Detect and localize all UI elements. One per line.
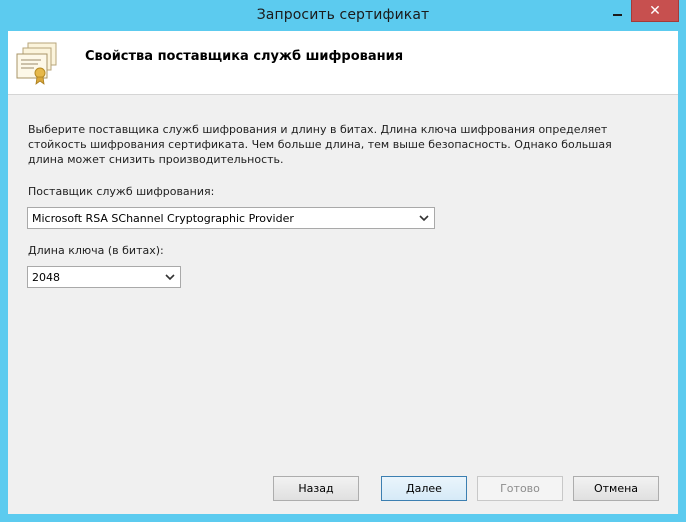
provider-label: Поставщик служб шифрования: xyxy=(28,185,215,198)
page-title: Свойства поставщика служб шифрования xyxy=(85,49,404,64)
back-button[interactable]: Назад xyxy=(273,476,359,501)
chevron-down-icon[interactable] xyxy=(416,209,432,227)
description-text: Выберите поставщика служб шифрования и д… xyxy=(28,123,612,166)
dialog-body: Свойства поставщика служб шифрования Выб… xyxy=(8,31,678,514)
finish-button[interactable]: Готово xyxy=(477,476,563,501)
provider-select-value: Microsoft RSA SChannel Cryptographic Pro… xyxy=(32,212,294,225)
dialog-window: Запросить сертификат ✕ Свойства поставщи… xyxy=(0,0,686,522)
title-bar[interactable]: Запросить сертификат ✕ xyxy=(0,0,686,31)
minimize-button[interactable] xyxy=(604,0,631,22)
key-length-select[interactable]: 2048 xyxy=(27,266,181,288)
certificate-icon xyxy=(16,42,57,85)
key-length-label: Длина ключа (в битах): xyxy=(28,244,164,257)
minimize-icon xyxy=(613,14,622,16)
key-length-select-value: 2048 xyxy=(32,271,60,284)
wizard-header: Свойства поставщика служб шифрования xyxy=(8,31,678,95)
provider-select[interactable]: Microsoft RSA SChannel Cryptographic Pro… xyxy=(27,207,435,229)
window-title: Запросить сертификат xyxy=(256,7,430,23)
next-button[interactable]: Далее xyxy=(381,476,467,501)
chevron-down-icon[interactable] xyxy=(162,268,178,286)
close-button[interactable]: ✕ xyxy=(631,0,679,22)
cancel-button[interactable]: Отмена xyxy=(573,476,659,501)
close-icon: ✕ xyxy=(649,2,661,19)
